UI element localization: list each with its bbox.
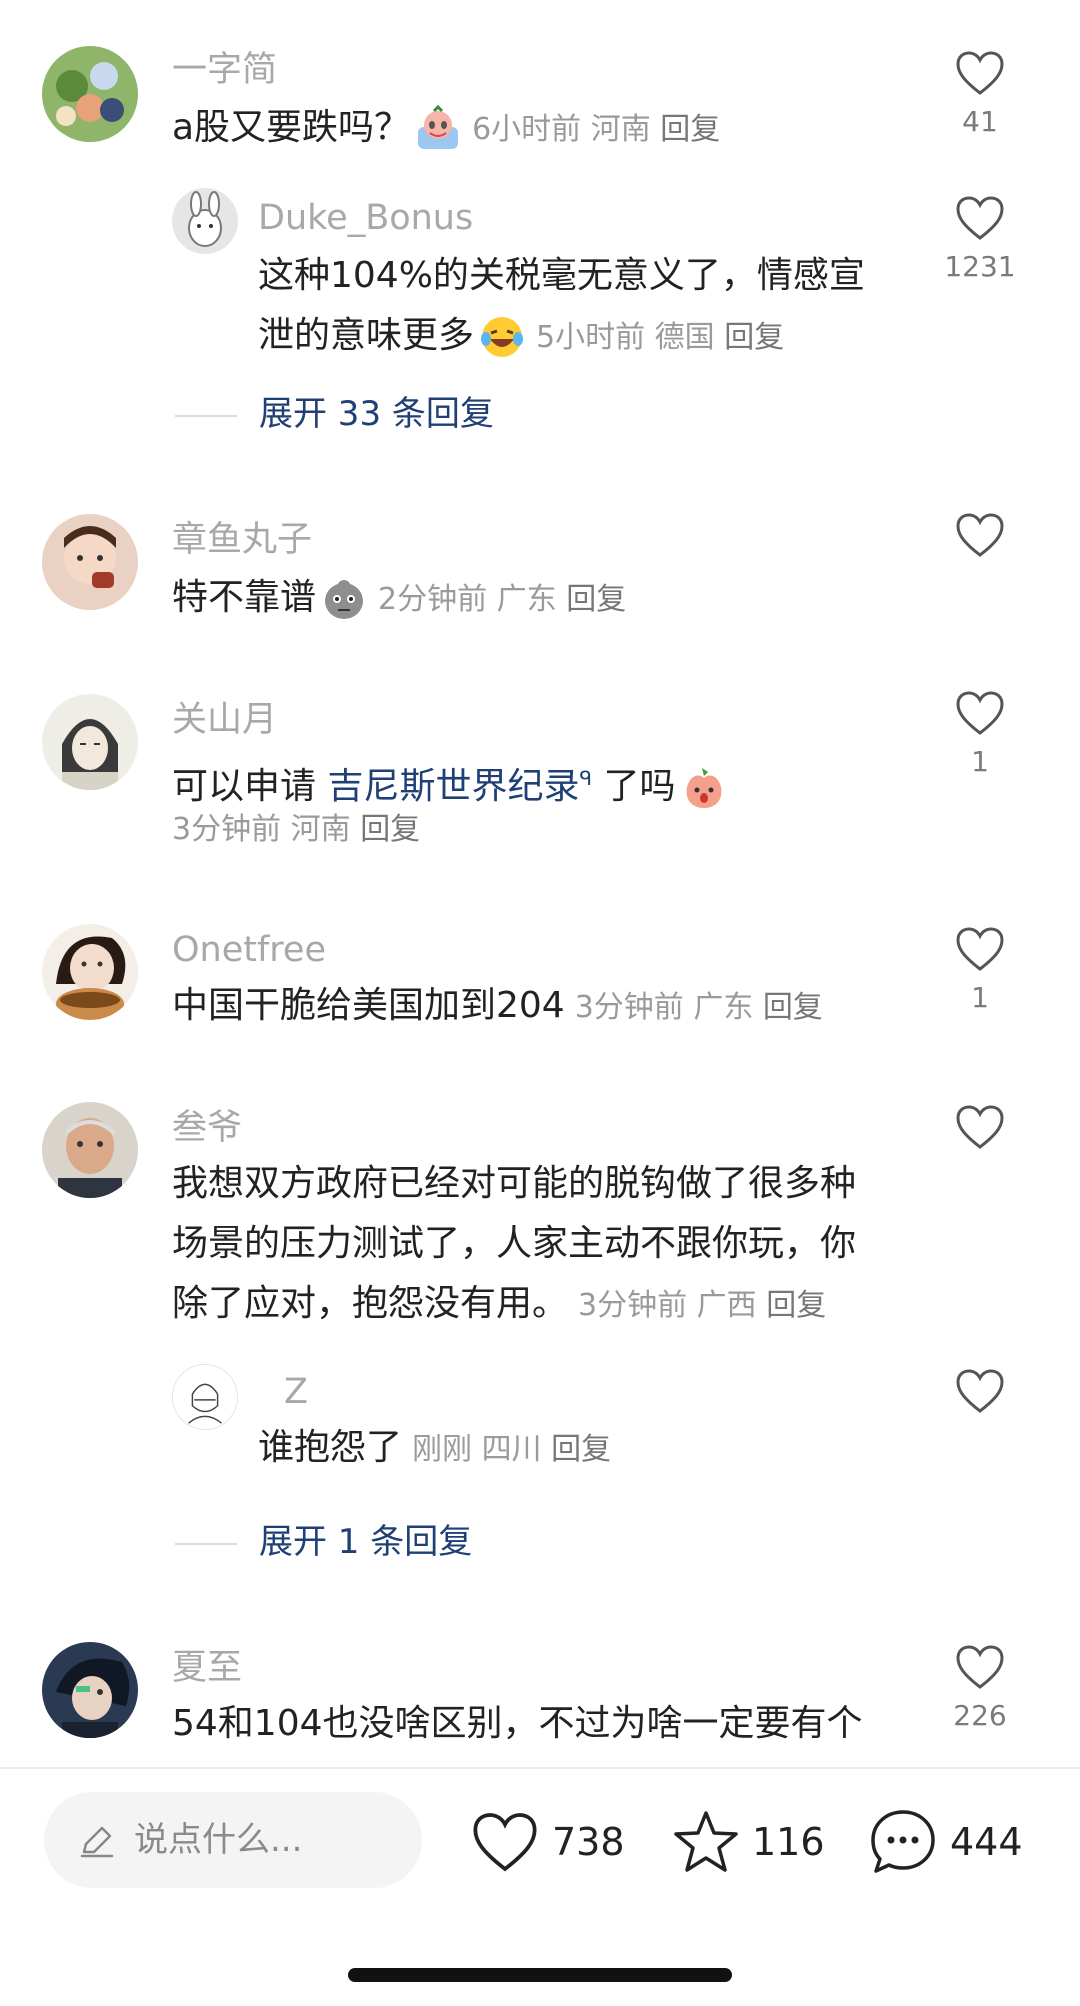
comment-line: 我想双方政府已经对可能的脱钩做了很多种 [172,1163,857,1204]
username[interactable]: Onetfree [172,928,326,972]
comment-count: 444 [950,1820,1023,1864]
comment-input-placeholder: 说点什么... [134,1820,303,1860]
comment-text: 中国干脆给美国加到204 3分钟前 广东 回复 [172,976,823,1038]
home-indicator[interactable] [348,1968,732,1982]
comment-meta: 5小时前 德国 回复 [536,320,785,355]
comment-meta: 2分钟前 广东 回复 [378,582,627,617]
like-button[interactable] [930,1104,1030,1150]
comment-meta: 3分钟前 广东 回复 [574,990,823,1025]
avatar[interactable] [42,46,138,142]
avatar[interactable] [42,1102,138,1198]
avatar[interactable] [172,188,238,254]
avatar[interactable] [42,924,138,1020]
comment-meta: 3分钟前 广西 回复 [578,1288,827,1323]
expand-replies-button[interactable]: 展开 1 条回复 [175,1520,472,1564]
comment-text: 这种104%的关税毫无意义了，情感宣 泄的意味更多 5小时前 德国 回复 [258,246,865,368]
reply-button[interactable]: 回复 [360,812,420,847]
comment-line: 除了应对，抱怨没有用。 [172,1283,569,1324]
username[interactable]: 关山月 [172,698,277,742]
like-count: 1 [971,745,989,778]
like-count: 1 [971,981,989,1014]
like-count: 1231 [944,250,1016,283]
comment-text: a股又要跌吗？ 6小时前 河南 回复 [172,98,720,160]
comment-line: 可以申请 [172,766,328,807]
like-button[interactable] [930,1368,1030,1414]
comment-line: 特不靠谱 [172,577,317,618]
search-icon: ᑫ [579,766,593,790]
comment-line: 泄的意味更多 [258,315,475,356]
gray-face-emoji [320,575,368,623]
heart-icon [956,51,1004,95]
like-button[interactable]: 226 [930,1644,1030,1734]
comment-line: 中国干脆给美国加到204 [172,985,565,1026]
comment-line: a股又要跌吗？ [172,107,411,148]
laughing-tears-emoji [478,313,526,361]
comment-meta: 6小时前 河南 回复 [472,112,721,147]
pencil-icon [80,1826,114,1858]
heart-icon [956,691,1004,735]
like-button[interactable]: 1 [930,926,1030,1016]
heart-icon [956,927,1004,971]
username[interactable]: 章鱼丸子 [172,518,312,562]
divider [0,1767,1080,1769]
like-count: 738 [552,1820,625,1864]
reply-button[interactable]: 回复 [763,990,823,1025]
username[interactable]: 一字简 [172,48,277,92]
heart-icon [956,196,1004,240]
reply-button[interactable]: 回复 [566,582,626,617]
star-icon [674,1811,738,1872]
avatar[interactable] [172,1364,238,1430]
comment-line: 场景的压力测试了，人家主动不跟你玩，你 [172,1223,857,1264]
comment-text: 可以申请 吉尼斯世界纪录ᑫ 了吗 [172,748,728,817]
peach-face-emoji [680,764,728,812]
reply-button[interactable]: 回复 [660,112,720,147]
comment-button[interactable]: 444 [868,1802,1023,1882]
comment-text: 54和104也没啥区别，不过为啥一定要有个 [172,1694,863,1754]
bottom-action-bar: 说点什么... 738 116 444 [0,1770,1080,1910]
comment-text: 谁抱怨了 刚刚 四川 回复 [258,1418,611,1480]
favorite-button[interactable]: 116 [672,1802,825,1882]
like-button[interactable]: 41 [930,50,1030,140]
heart-icon [956,1105,1004,1149]
crying-face-emoji [414,105,462,153]
avatar[interactable] [42,514,138,610]
reply-button[interactable]: 回复 [724,320,784,355]
like-post-button[interactable]: 738 [470,1802,625,1882]
favorite-count: 116 [752,1820,825,1864]
divider [175,414,237,417]
heart-icon [473,1813,537,1872]
like-button[interactable]: 1 [930,690,1030,780]
comment-line: 谁抱怨了 [258,1427,403,1468]
like-button[interactable]: 1231 [915,195,1045,285]
username[interactable]: 叁爷 [172,1106,242,1150]
username[interactable]: 夏至 [172,1646,242,1690]
username[interactable]: Z [284,1370,308,1414]
expand-replies-button[interactable]: 展开 33 条回复 [175,392,494,436]
like-count: 226 [953,1699,1007,1732]
comment-line: 54和104也没啥区别，不过为啥一定要有个 [172,1703,863,1744]
heart-icon [956,513,1004,557]
heart-icon [956,1645,1004,1689]
reply-button[interactable]: 回复 [551,1432,611,1467]
reply-button[interactable]: 回复 [766,1288,826,1323]
comment-line: 这种104%的关税毫无意义了，情感宣 [258,255,865,296]
like-count: 41 [962,105,998,138]
comment-input[interactable]: 说点什么... [44,1792,422,1888]
username[interactable]: Duke_Bonus [258,196,473,240]
comment-meta: 3分钟前 河南 回复 [172,812,421,847]
divider [175,1542,237,1545]
search-link[interactable]: 吉尼斯世界纪录 [327,766,579,807]
avatar[interactable] [42,1642,138,1738]
comment-bubble-icon [871,1810,935,1873]
heart-icon [956,1369,1004,1413]
comment-text: 特不靠谱 2分钟前 广东 回复 [172,568,626,630]
comment-text: 我想双方政府已经对可能的脱钩做了很多种 场景的压力测试了，人家主动不跟你玩，你 … [172,1154,856,1336]
avatar[interactable] [42,694,138,790]
comment-meta: 刚刚 四川 回复 [412,1432,612,1467]
like-button[interactable] [930,512,1030,558]
